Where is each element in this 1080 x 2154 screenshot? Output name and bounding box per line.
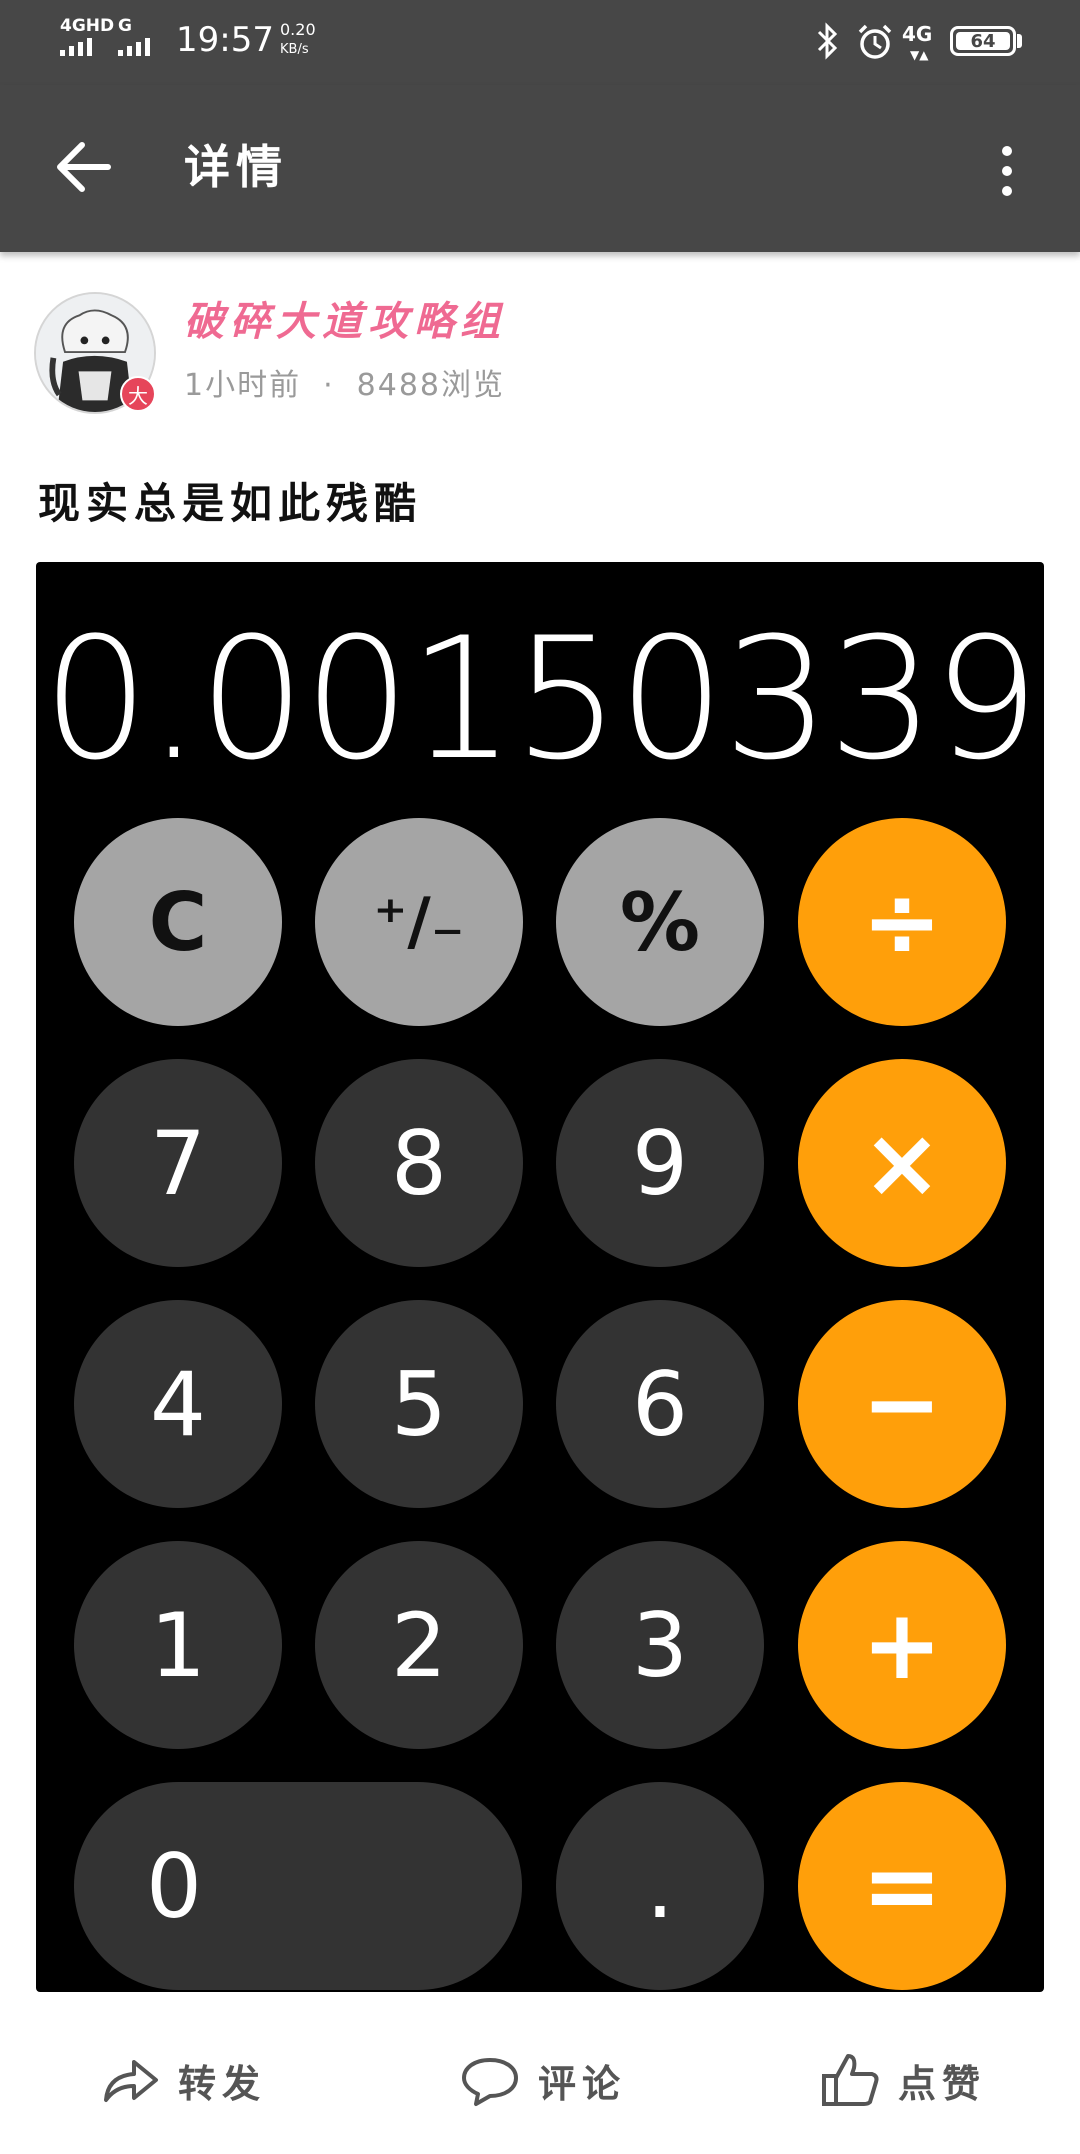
thumbs-up-icon (822, 2054, 879, 2106)
meta-separator: · (323, 368, 335, 403)
key-plus: + (798, 1541, 1006, 1749)
comment-label: 评论 (538, 2061, 627, 2106)
like-label: 点赞 (898, 2061, 987, 2106)
share-label: 转发 (178, 2061, 267, 2106)
post-meta: 1小时前 · 8488浏览 (184, 364, 505, 408)
network-type-label-2: G (118, 16, 132, 36)
network-speed-unit: KB/s (280, 42, 309, 57)
key-5: 5 (315, 1300, 523, 1508)
key-4: 4 (74, 1300, 282, 1508)
share-arrow-icon (104, 2060, 158, 2102)
page-title: 详情 (184, 140, 288, 194)
author-badge: 大 (120, 376, 156, 412)
view-count: 8488浏览 (356, 368, 505, 403)
key-9: 9 (556, 1059, 764, 1267)
key-1: 1 (74, 1541, 282, 1749)
more-options-icon[interactable] (985, 143, 1029, 199)
bottom-action-bar: 转发 评论 点赞 (0, 2030, 1080, 2130)
key-2: 2 (315, 1541, 523, 1749)
bluetooth-icon (817, 22, 838, 60)
like-button[interactable]: 点赞 (820, 2030, 986, 2130)
comment-button[interactable]: 评论 (460, 2030, 626, 2130)
app-bar: 详情 (0, 85, 1080, 252)
key-3: 3 (556, 1541, 764, 1749)
key-divide: ÷ (798, 818, 1006, 1026)
post-image-calculator[interactable]: 0.00150339 C ⁺∕₋ % ÷ 7 8 9 × 4 5 6 − 1 2… (36, 562, 1044, 1992)
key-8: 8 (315, 1059, 523, 1267)
post-time: 1小时前 (184, 368, 302, 403)
comment-bubble-icon (462, 2058, 518, 2106)
key-7: 7 (74, 1059, 282, 1267)
data-activity-icon: ▼▲ (910, 48, 929, 62)
key-clear: C (74, 818, 282, 1026)
post-title: 现实总是如此残酷 (38, 479, 423, 528)
battery-tip (1017, 34, 1022, 48)
clock: 19:57 (176, 20, 274, 60)
key-dot: . (556, 1782, 764, 1990)
back-arrow-icon[interactable] (52, 135, 116, 199)
signal-strength-icon (60, 38, 92, 56)
network-type-label-3: 4G (902, 22, 933, 46)
status-bar: 4GHD G 19:57 0.20 KB/s 4G ▼▲ 64 (0, 0, 1080, 85)
key-percent: % (556, 818, 764, 1026)
battery-icon: 64 (950, 26, 1016, 56)
key-6: 6 (556, 1300, 764, 1508)
battery-level: 64 (970, 30, 996, 52)
key-sign: ⁺∕₋ (315, 818, 523, 1026)
alarm-icon (858, 24, 892, 59)
share-button[interactable]: 转发 (100, 2030, 266, 2130)
signal-strength-icon-2 (118, 38, 150, 56)
author-name[interactable]: 破碎大道攻略组 (184, 296, 506, 348)
key-equals: = (798, 1782, 1006, 1990)
key-multiply: × (798, 1059, 1006, 1267)
key-minus: − (798, 1300, 1006, 1508)
key-0: 0 (74, 1782, 522, 1990)
network-type-label: 4GHD (60, 16, 115, 36)
network-speed-value: 0.20 (280, 20, 316, 39)
calculator-display: 0.00150339 (42, 601, 1039, 797)
network-speed: 0.20 KB/s (280, 20, 316, 60)
